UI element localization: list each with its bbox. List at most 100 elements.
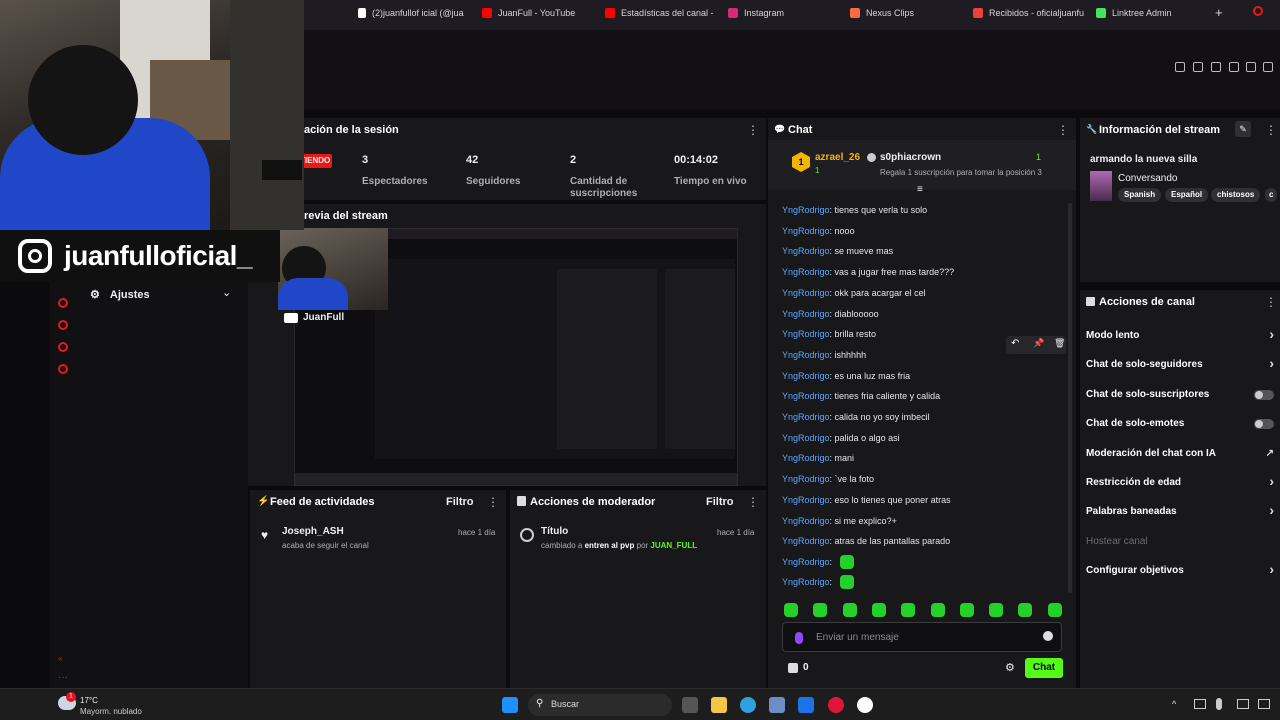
chat-menu-icon[interactable] <box>1057 123 1069 137</box>
tag-spanish[interactable]: Spanish <box>1118 188 1162 202</box>
edit-icon[interactable]: ✎ <box>1235 121 1251 137</box>
tab-gmail[interactable]: Recibidos - oficialjuanfu <box>973 8 1084 18</box>
collapse-icon[interactable]: « <box>58 654 62 663</box>
chat-username[interactable]: YngRodrigo <box>782 267 830 277</box>
obs-icon[interactable] <box>857 697 873 713</box>
opera-gx-icon[interactable] <box>828 697 844 713</box>
mic-icon[interactable] <box>795 632 803 644</box>
file-explorer-icon[interactable] <box>711 697 727 713</box>
emote-button[interactable] <box>989 603 1004 617</box>
new-tab-icon[interactable]: + <box>1215 5 1223 20</box>
chat-username[interactable]: YngRodrigo <box>782 412 830 422</box>
chat-username[interactable]: YngRodrigo <box>782 433 830 443</box>
ajustes-menu[interactable]: ⚙ Ajustes <box>90 288 150 302</box>
chat-username[interactable]: YngRodrigo <box>782 309 830 319</box>
task-view-icon[interactable] <box>682 697 698 713</box>
store-icon[interactable] <box>788 663 798 673</box>
channel-action-row[interactable]: Palabras baneadas › <box>1086 502 1274 518</box>
tab-linktree[interactable]: Linktree Admin <box>1096 8 1172 18</box>
expand-pinned-icon[interactable]: ≡ <box>917 184 923 195</box>
volume-icon[interactable] <box>1258 699 1270 709</box>
tab-youtube[interactable]: JuanFull - YouTube <box>482 8 575 18</box>
pin-icon[interactable]: 📌 <box>1033 338 1044 349</box>
reply-icon[interactable]: ↶ <box>1011 338 1019 349</box>
emote-button[interactable] <box>871 603 886 617</box>
windows-start-icon[interactable] <box>502 697 518 713</box>
chat-input[interactable]: Enviar un mensaje <box>782 622 1062 652</box>
chat-username[interactable]: YngRodrigo <box>782 246 830 256</box>
channel-action-row[interactable]: Moderación del chat con IA ↗ <box>1086 448 1274 459</box>
tag-espanol[interactable]: Español <box>1165 188 1209 202</box>
emote-button[interactable] <box>842 603 857 617</box>
emote-button[interactable] <box>901 603 916 617</box>
emote-button[interactable] <box>1018 603 1033 617</box>
tab-youtube-stats[interactable]: Estadísticas del canal - <box>605 8 714 18</box>
channel-action-row[interactable]: Chat de solo-seguidores › <box>1086 355 1274 371</box>
channel-action-row[interactable]: Chat de solo-suscriptores <box>1086 389 1274 400</box>
tag-chistosos[interactable]: chistosos <box>1211 188 1261 202</box>
chevron-down-icon[interactable]: ⌄ <box>222 286 231 299</box>
emote-button[interactable] <box>959 603 974 617</box>
popout-icon[interactable] <box>1193 62 1203 72</box>
chat-username[interactable]: YngRodrigo <box>782 516 830 526</box>
channel-action-row[interactable]: Chat de solo-emotes <box>1086 418 1274 429</box>
heart-icon[interactable] <box>1246 62 1256 72</box>
share-icon[interactable] <box>1263 62 1273 72</box>
toggle-switch[interactable] <box>1254 389 1274 400</box>
microphone-icon[interactable] <box>1216 698 1222 710</box>
chat-username[interactable]: YngRodrigo <box>782 205 830 215</box>
channel-action-row[interactable]: Restricción de edad › <box>1086 473 1274 489</box>
activity-menu-icon[interactable] <box>487 495 499 509</box>
stream-info-menu-icon[interactable] <box>1265 123 1277 137</box>
chat-username[interactable]: YngRodrigo <box>782 557 830 567</box>
chat-username[interactable]: YngRodrigo <box>782 371 830 381</box>
send-chat-button[interactable]: Chat <box>1025 658 1063 678</box>
tab-instagram[interactable]: Instagram <box>728 8 784 18</box>
chat-bubble-icon[interactable] <box>58 342 68 352</box>
chat-username[interactable]: YngRodrigo <box>782 453 830 463</box>
emote-button[interactable] <box>1047 603 1062 617</box>
chat-username[interactable]: YngRodrigo <box>782 350 830 360</box>
channel-action-row[interactable]: Configurar objetivos › <box>1086 561 1274 577</box>
session-menu-icon[interactable] <box>747 123 759 137</box>
tray-chevron-icon[interactable]: ^ <box>1172 699 1176 709</box>
store-icon[interactable] <box>769 697 785 713</box>
chat-username[interactable]: YngRodrigo <box>782 329 830 339</box>
activity-filter-button[interactable]: Filtro <box>446 496 474 508</box>
channel-actions-menu-icon[interactable] <box>1265 295 1277 309</box>
mail-icon[interactable] <box>798 697 814 713</box>
toggle-switch[interactable] <box>1254 419 1274 430</box>
more-icon[interactable]: ··· <box>58 672 68 683</box>
chat-username[interactable]: YngRodrigo <box>782 577 830 587</box>
tab-tiktok[interactable]: (2)juanfullof icial (@jua <box>358 8 464 18</box>
network-icon[interactable] <box>1194 699 1206 709</box>
clock-icon[interactable] <box>58 320 68 330</box>
mod-menu-icon[interactable] <box>747 495 759 509</box>
emote-button[interactable] <box>813 603 828 617</box>
edge-icon[interactable] <box>740 697 756 713</box>
chat-username[interactable]: YngRodrigo <box>782 288 830 298</box>
record-icon[interactable] <box>58 298 68 308</box>
mod-filter-button[interactable]: Filtro <box>706 496 734 508</box>
chat-username[interactable]: YngRodrigo <box>782 226 830 236</box>
settings-icon[interactable] <box>58 364 68 374</box>
chat-username[interactable]: YngRodrigo <box>782 495 830 505</box>
chat-username[interactable]: YngRodrigo <box>782 474 830 484</box>
chat-scrollbar[interactable] <box>1068 203 1072 593</box>
chat-username[interactable]: YngRodrigo <box>782 391 830 401</box>
tab-nexus-clips[interactable]: Nexus Clips <box>850 8 914 18</box>
gifter-name[interactable]: s0phiacrown <box>880 152 941 163</box>
display-icon[interactable] <box>1237 699 1249 709</box>
chat-username[interactable]: YngRodrigo <box>782 536 830 546</box>
emote-button[interactable] <box>784 603 798 617</box>
gear-icon[interactable]: ⚙ <box>1005 661 1015 674</box>
taskbar-search[interactable]: ⚲ Buscar <box>528 694 672 716</box>
shield-icon[interactable] <box>1211 62 1221 72</box>
emote-button[interactable] <box>930 603 945 617</box>
pinned-user[interactable]: azrael_26 <box>815 152 860 163</box>
trash-icon[interactable]: 🗑 <box>1054 338 1065 349</box>
search-tabs-icon[interactable] <box>1253 6 1263 16</box>
pin-icon[interactable] <box>1175 62 1185 72</box>
play-icon[interactable] <box>1229 62 1239 72</box>
emoji-icon[interactable] <box>1043 631 1053 641</box>
